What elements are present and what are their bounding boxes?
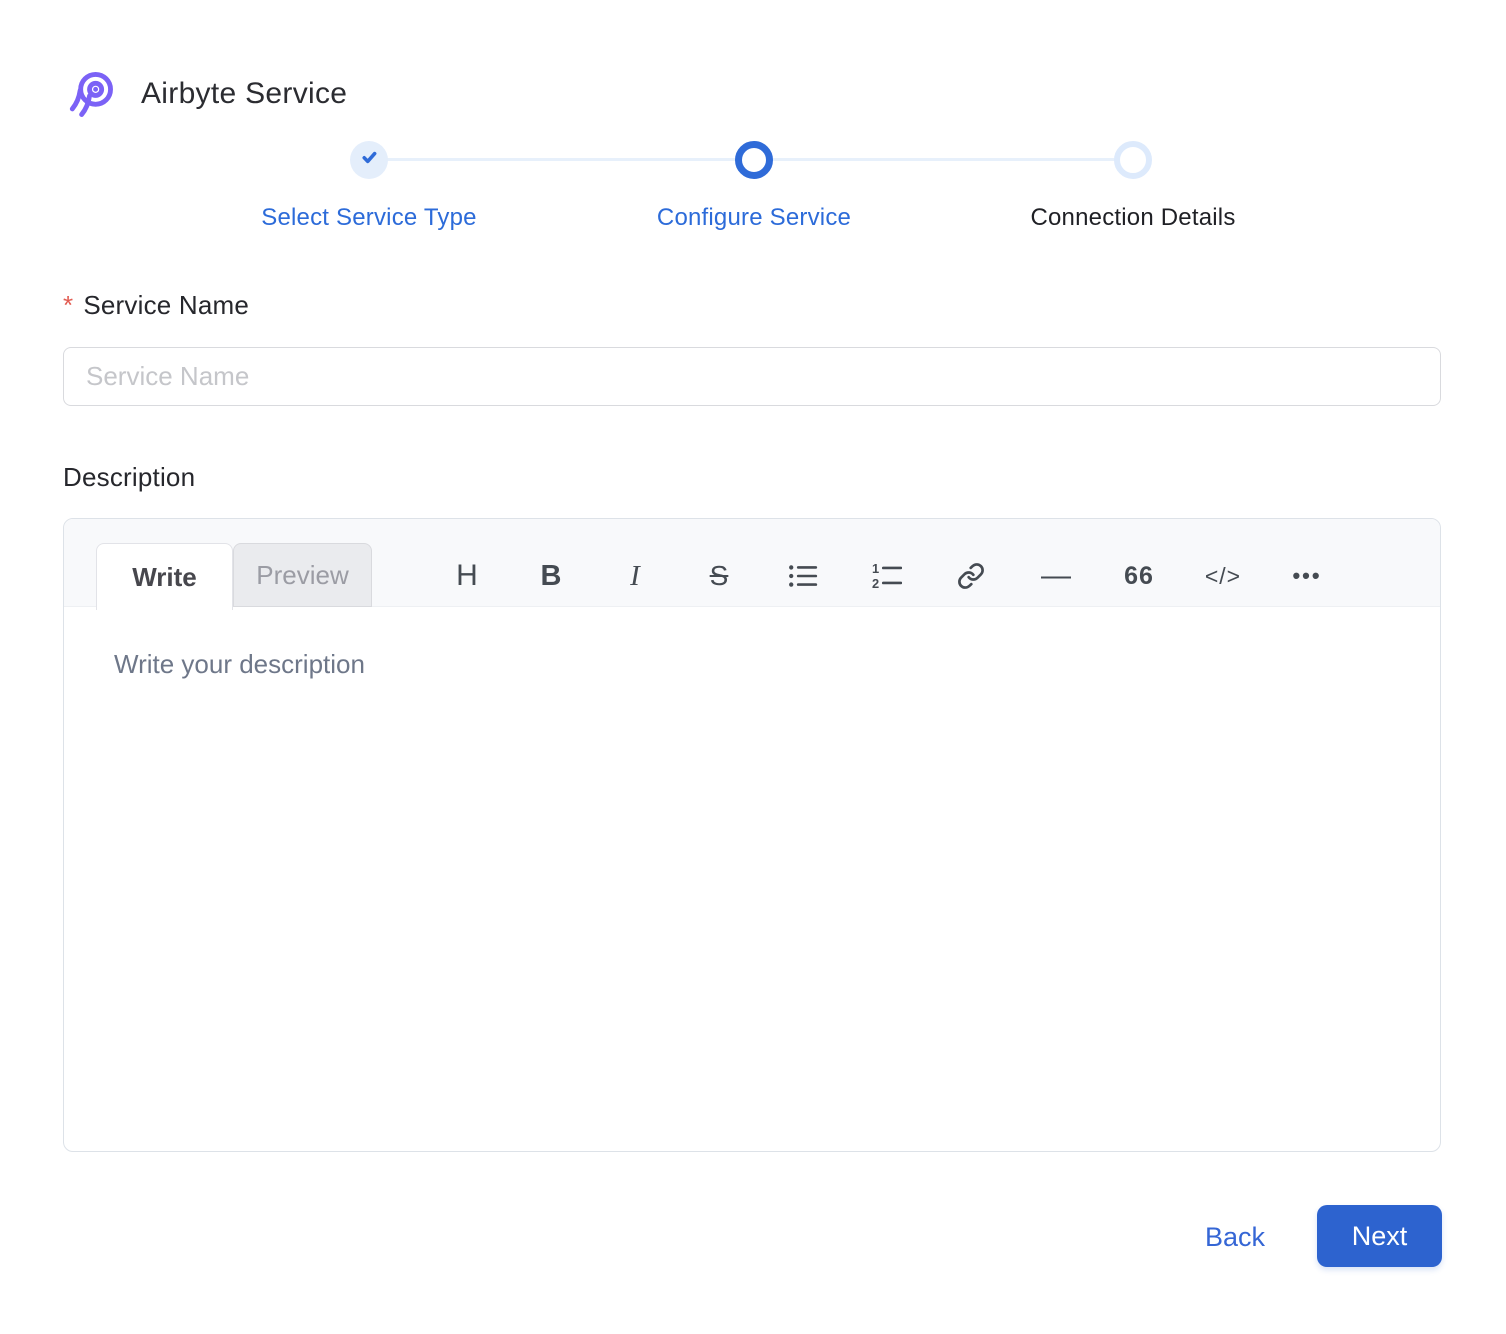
next-button[interactable]: Next [1317,1205,1442,1267]
tab-write[interactable]: Write [96,543,233,610]
back-button[interactable]: Back [1160,1219,1310,1255]
page-title: Airbyte Service [141,77,348,110]
editor-toolbar-strip: Write Preview H B I S 1 2 — 66 </> ••• [64,519,1440,610]
italic-icon[interactable]: I [615,556,655,596]
service-name-label: * Service Name [63,290,250,320]
step-label-configure-service[interactable]: Configure Service [624,204,884,232]
check-icon [359,147,380,173]
more-icon[interactable]: ••• [1287,556,1327,596]
link-icon[interactable] [951,556,991,596]
stepper-connector-1 [369,158,754,161]
unordered-list-icon[interactable] [783,556,823,596]
bold-icon[interactable]: B [531,556,571,596]
step-completed-indicator[interactable] [350,141,388,179]
required-asterisk: * [63,290,74,320]
step-active-indicator[interactable] [735,141,773,179]
markdown-toolbar: H B I S 1 2 — 66 </> ••• [447,556,1327,596]
svg-text:2: 2 [872,576,879,589]
heading-icon[interactable]: H [447,556,487,596]
description-label: Description [63,462,196,492]
horizontal-rule-icon[interactable]: — [1035,556,1075,596]
ordered-list-icon[interactable]: 1 2 [867,556,907,596]
code-icon[interactable]: </> [1203,556,1243,596]
step-label-connection-details[interactable]: Connection Details [1003,204,1263,232]
editor-write-area [64,607,1440,1152]
service-name-input[interactable] [63,347,1441,406]
strikethrough-icon[interactable]: S [699,556,739,596]
stepper-connector-2 [754,158,1133,161]
description-editor: Write Preview H B I S 1 2 — 66 </> ••• W… [63,518,1441,1152]
svg-text:1: 1 [872,563,879,576]
description-textarea[interactable] [64,607,1440,1152]
airbyte-logo-icon [62,66,118,122]
step-label-select-service-type[interactable]: Select Service Type [239,204,499,232]
quote-icon[interactable]: 66 [1119,556,1159,596]
step-upcoming-indicator[interactable] [1114,141,1152,179]
tab-preview[interactable]: Preview [233,543,372,607]
